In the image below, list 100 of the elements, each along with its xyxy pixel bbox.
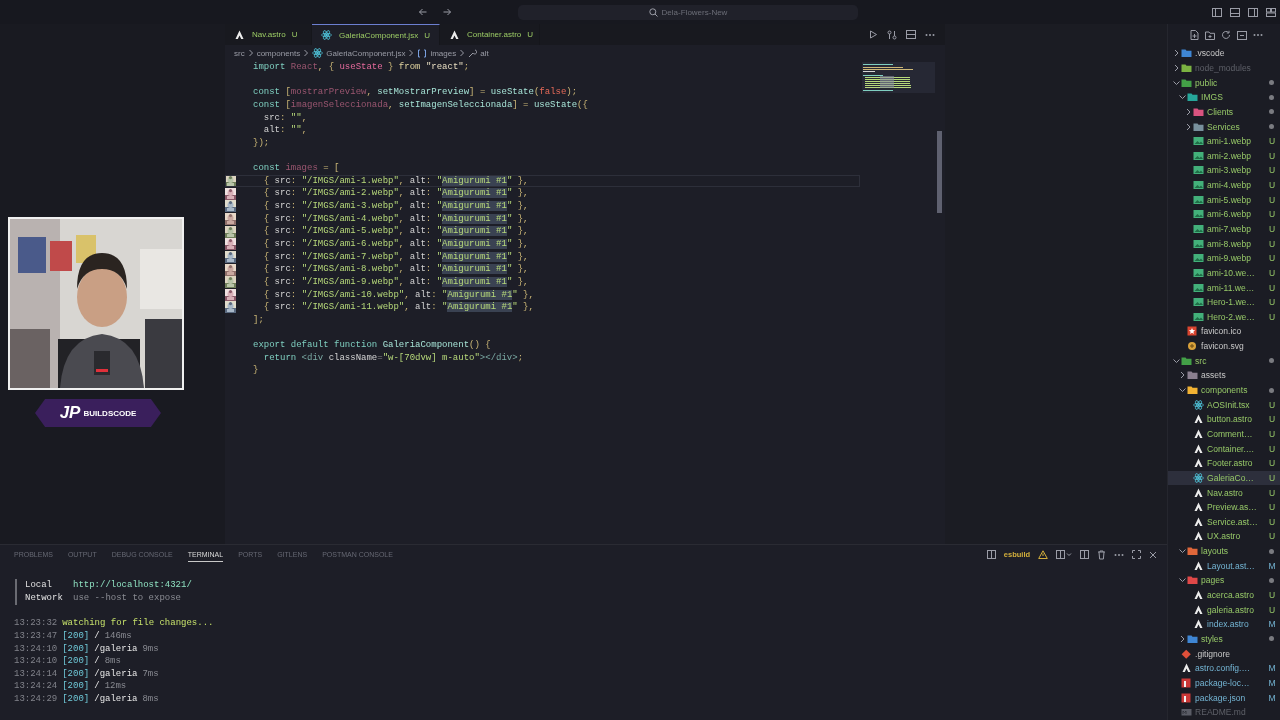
file-item[interactable]: ami-2.webp U bbox=[1168, 148, 1280, 164]
file-item[interactable]: ami-7.webp U bbox=[1168, 221, 1280, 237]
file-item[interactable]: Nav.astro U bbox=[1168, 485, 1280, 500]
panel-toggle-icon[interactable] bbox=[1230, 7, 1240, 17]
file-item[interactable]: favicon.ico bbox=[1168, 324, 1280, 339]
file-item[interactable]: Layout.ast… M bbox=[1168, 558, 1280, 574]
run-icon[interactable] bbox=[869, 30, 878, 39]
chevron-down-icon[interactable] bbox=[1178, 576, 1188, 585]
folder-item[interactable]: src bbox=[1168, 353, 1280, 369]
file-item[interactable]: Container.… U bbox=[1168, 441, 1280, 456]
file-item[interactable]: Hero-2.we… U bbox=[1168, 309, 1280, 325]
folder-item[interactable]: assets bbox=[1168, 368, 1280, 383]
file-item[interactable]: ami-6.webp U bbox=[1168, 207, 1280, 222]
breadcrumb-item[interactable]: alt bbox=[468, 48, 489, 58]
git-status: U bbox=[1268, 458, 1276, 469]
more-icon[interactable] bbox=[1253, 33, 1264, 37]
close-icon[interactable] bbox=[1149, 550, 1158, 559]
new-file-icon[interactable] bbox=[1190, 30, 1200, 40]
collapse-all-icon[interactable] bbox=[1237, 30, 1248, 40]
log-path: /galeria bbox=[94, 693, 138, 706]
editor-tab[interactable]: GaleriaComponent.jsx U bbox=[312, 24, 440, 45]
file-item[interactable]: Hero-1.we… U bbox=[1168, 294, 1280, 310]
file-item[interactable]: Footer.astro U bbox=[1168, 455, 1280, 471]
split-terminal-icon[interactable] bbox=[1056, 550, 1073, 560]
folder-item[interactable]: Clients bbox=[1168, 104, 1280, 120]
chevron-down-icon[interactable] bbox=[1172, 78, 1182, 87]
breadcrumb-item[interactable]: components bbox=[256, 48, 301, 58]
file-item[interactable]: ami-3.webp U bbox=[1168, 163, 1280, 178]
file-item[interactable]: ami-9.webp U bbox=[1168, 250, 1280, 266]
folder-item[interactable]: Services bbox=[1168, 119, 1280, 134]
file-item[interactable]: .gitignore bbox=[1168, 646, 1280, 661]
folder-item[interactable]: IMGS bbox=[1168, 89, 1280, 105]
rocket-arch-icon bbox=[449, 29, 460, 40]
new-folder-icon[interactable] bbox=[1205, 30, 1216, 40]
chevron-down-icon[interactable] bbox=[1178, 386, 1188, 395]
atom-icon bbox=[321, 30, 332, 40]
sidebar-toggle-icon[interactable] bbox=[1212, 7, 1222, 17]
back-arrow-icon[interactable] bbox=[418, 7, 428, 17]
file-item[interactable]: favicon.svg bbox=[1168, 338, 1280, 354]
more-icon[interactable] bbox=[925, 32, 935, 37]
file-item[interactable]: ami-1.webp U bbox=[1168, 133, 1280, 149]
file-item[interactable]: ami-4.webp U bbox=[1168, 177, 1280, 193]
split-editor-icon[interactable] bbox=[906, 30, 916, 39]
secondary-sidebar-toggle-icon[interactable] bbox=[1248, 7, 1258, 17]
chevron-down-icon[interactable] bbox=[1172, 356, 1182, 365]
file-item[interactable]: GaleriaCo… U bbox=[1168, 470, 1280, 486]
file-item[interactable]: package.json M bbox=[1168, 690, 1280, 705]
folder-item[interactable]: public bbox=[1168, 75, 1280, 90]
git-status: M bbox=[1268, 663, 1276, 674]
log-status: [200] bbox=[62, 680, 90, 694]
layout-icon[interactable] bbox=[1266, 7, 1276, 17]
chevron-right-icon bbox=[247, 49, 254, 57]
chevron-down-icon[interactable] bbox=[1178, 547, 1188, 556]
file-item[interactable]: galeria.astro U bbox=[1168, 602, 1280, 617]
log-duration: 146ms bbox=[104, 629, 132, 643]
breadcrumb-item[interactable]: src bbox=[234, 48, 245, 58]
trash-icon[interactable] bbox=[1097, 549, 1107, 560]
file-item[interactable]: Preview.as… U bbox=[1168, 499, 1280, 515]
folder-item[interactable]: pages bbox=[1168, 573, 1280, 588]
forward-arrow-icon[interactable] bbox=[442, 7, 452, 17]
file-item[interactable]: ami-10.we… U bbox=[1168, 265, 1280, 281]
folder-item[interactable]: components bbox=[1168, 382, 1280, 398]
code-line: { src: "/IMGS/ami-10.webp", alt: "Amigurumi #1" }, bbox=[262, 288, 535, 302]
minimap[interactable] bbox=[862, 62, 935, 93]
maximize-icon[interactable] bbox=[1132, 550, 1142, 560]
chevron-down-icon[interactable] bbox=[1178, 93, 1188, 102]
file-item[interactable]: AOSInit.tsx U bbox=[1168, 397, 1280, 412]
compare-changes-icon[interactable] bbox=[887, 29, 897, 40]
image-file-icon bbox=[1193, 267, 1205, 278]
file-item[interactable]: Comment… U bbox=[1168, 426, 1280, 442]
file-item[interactable]: package-loc… M bbox=[1168, 675, 1280, 691]
file-item[interactable]: ami-8.webp U bbox=[1168, 236, 1280, 251]
file-item[interactable]: button.astro U bbox=[1168, 412, 1280, 427]
folder-item[interactable]: layouts bbox=[1168, 543, 1280, 559]
file-item[interactable]: index.astro M bbox=[1168, 617, 1280, 632]
file-item[interactable]: Service.ast… U bbox=[1168, 514, 1280, 530]
logo-initials: JP bbox=[59, 403, 81, 423]
scrollbar-thumb[interactable] bbox=[937, 131, 942, 213]
git-status: M bbox=[1268, 677, 1276, 688]
git-status: U bbox=[1268, 253, 1276, 264]
rocket-arch-icon bbox=[1193, 414, 1205, 425]
git-status: U bbox=[1268, 297, 1276, 308]
code-line: } bbox=[253, 364, 260, 377]
file-item[interactable]: ami-11.we… U bbox=[1168, 280, 1280, 295]
plus-circle-icon bbox=[1187, 341, 1199, 352]
folder-item[interactable]: .vscode bbox=[1168, 46, 1280, 61]
refresh-icon[interactable] bbox=[1221, 30, 1232, 40]
server-link[interactable]: http://localhost:4321/ bbox=[73, 579, 192, 592]
image-file-icon bbox=[1193, 224, 1205, 234]
split-icon[interactable] bbox=[1080, 550, 1090, 560]
image-file-icon bbox=[1193, 136, 1205, 147]
file-item[interactable]: ami-5.webp U bbox=[1168, 192, 1280, 208]
breadcrumb-item[interactable]: GaleriaComponent.jsx bbox=[312, 48, 406, 58]
file-item[interactable]: UX.astro U bbox=[1168, 529, 1280, 544]
folder-item[interactable]: styles bbox=[1168, 631, 1280, 647]
terminal-panel-icon[interactable] bbox=[986, 550, 996, 560]
file-item[interactable]: acerca.astro U bbox=[1168, 587, 1280, 603]
more-icon[interactable] bbox=[1114, 552, 1125, 557]
file-item[interactable]: astro.config.… M bbox=[1168, 660, 1280, 676]
breadcrumb-item[interactable]: images bbox=[417, 48, 457, 58]
